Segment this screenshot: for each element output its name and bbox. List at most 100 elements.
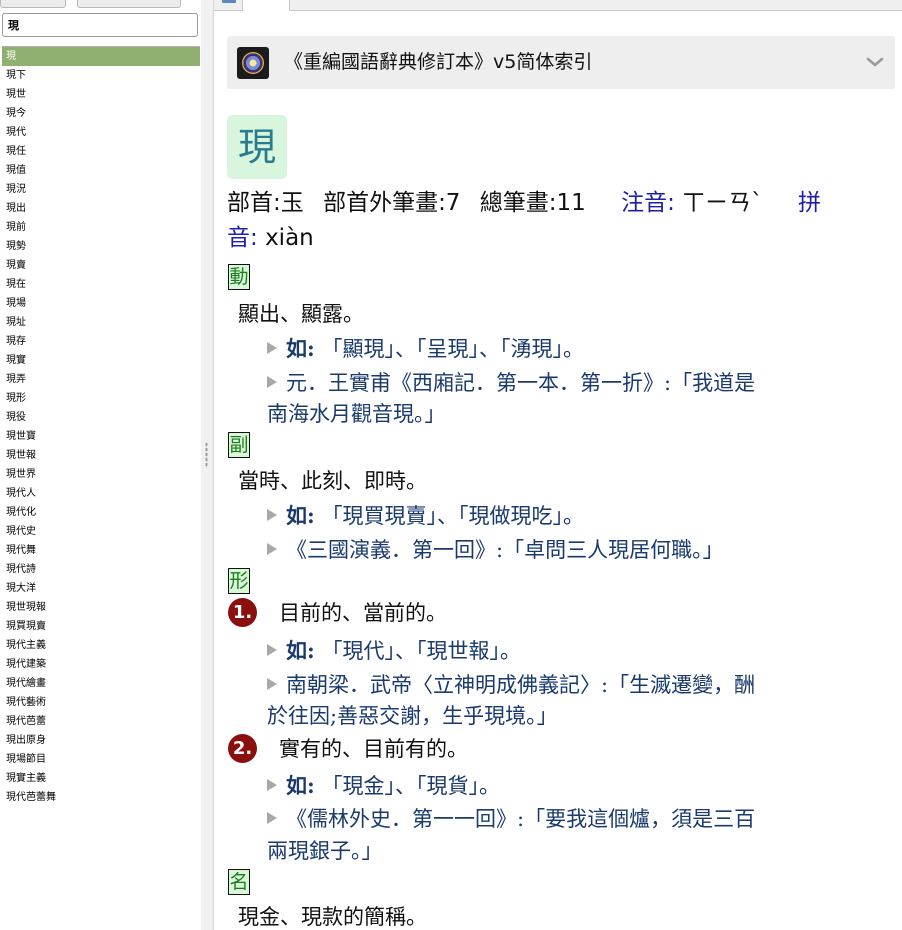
pinyin-label: 拼 [797,190,821,216]
word-list-item[interactable]: 現大洋 [2,579,200,598]
word-list-item[interactable]: 現出原身 [2,731,200,750]
word-list-item[interactable]: 現弄 [2,370,200,389]
bullet-triangle-icon [267,812,277,824]
character-info: 部首:玉 部首外筆畫:7 總筆畫:11 注音: ㄒㄧㄢˋ 拼 [227,186,899,221]
example-text: 《儒林外史．第一一回》:「要我這個爐，須是三百 [286,807,756,831]
bullet-triangle-icon [267,342,277,354]
word-list-item[interactable]: 現下 [2,66,200,85]
pinyin-line: 音: xiàn [227,221,899,256]
word-list-item[interactable]: 現代繪畫 [2,674,200,693]
word-list-item[interactable]: 現代舞 [2,541,200,560]
headword: 現 [227,115,287,179]
word-list-item[interactable]: 現代史 [2,522,200,541]
total-strokes: 總筆畫:11 [479,190,586,216]
example-label: 如: [286,336,315,361]
bookmark-tab-icon[interactable] [220,0,238,8]
adverb-example-1: 如: 「現買現賣」、「現做現吃」。 [267,499,892,533]
left-tab-2[interactable] [77,0,181,8]
word-list-item[interactable]: 現代建築 [2,655,200,674]
word-list-item[interactable]: 現代詩 [2,560,200,579]
word-list-item[interactable]: 現形 [2,389,200,408]
word-list-item[interactable]: 現任 [2,142,200,161]
noun-definition: 現金、現款的簡稱。 [238,905,427,929]
sense-2-definition: 實有的、目前有的。 [279,737,468,761]
sense-number-badge: 1. [228,598,257,627]
word-list-item[interactable]: 現場 [2,294,200,313]
word-list-item[interactable]: 現存 [2,332,200,351]
pinyin-label-cont: 音: [227,225,258,251]
word-list-item[interactable]: 現賣 [2,256,200,275]
sense-2-example-1: 如: 「現金」、「現貨」。 [267,769,892,803]
definition-pane: 《重編國語辭典修訂本》v5简体索引 現 部首:玉 部首外筆畫:7 總筆畫:11 … [214,0,902,930]
word-list-item[interactable]: 現出 [2,199,200,218]
bullet-triangle-icon [267,509,277,521]
word-list-item[interactable]: 現代主義 [2,636,200,655]
example-text: 「現買現賣」、「現做現吃」。 [321,504,584,528]
bullet-triangle-icon [267,779,277,791]
radical: 部首:玉 [227,190,304,216]
word-list-item[interactable]: 現代 [2,123,200,142]
sense-1-example-2-cont: 於往因;善惡交謝，生乎現境。」 [267,704,558,728]
pos-tag-adjective: 形 [228,568,250,594]
bullet-triangle-icon [267,644,277,656]
pos-tag-verb: 動 [228,264,250,290]
word-list-item[interactable]: 現今 [2,104,200,123]
word-list-item[interactable]: 現代藝術 [2,693,200,712]
word-list-item[interactable]: 現實主義 [2,769,200,788]
word-list-item[interactable]: 現世報 [2,446,200,465]
word-list-item[interactable]: 現買現賣 [2,617,200,636]
pos-tag-adverb: 副 [228,432,250,458]
example-text: 「現代」、「現世報」。 [321,639,521,663]
word-list-item[interactable]: 現場節目 [2,750,200,769]
left-tab-strip [0,0,201,8]
word-list-item[interactable]: 現世 [2,85,200,104]
word-list-item[interactable]: 現在 [2,275,200,294]
word-list-item[interactable]: 現況 [2,180,200,199]
word-list-item[interactable]: 現世寶 [2,427,200,446]
word-list-item[interactable]: 現代芭蕾 [2,712,200,731]
dictionary-header[interactable]: 《重編國語辭典修訂本》v5简体索引 [227,36,895,89]
word-list-item[interactable]: 現前 [2,218,200,237]
word-list-item[interactable]: 現勢 [2,237,200,256]
word-list-item[interactable]: 現世現報 [2,598,200,617]
zhuyin-label: 注音: [621,190,675,216]
splitter-grip-icon[interactable] [205,442,208,468]
example-label: 如: [286,503,315,528]
sense-number-badge: 2. [228,734,257,763]
verb-example-1: 如: 「顯現」、「呈現」、「湧現」。 [267,332,892,366]
word-list-item[interactable]: 現代化 [2,503,200,522]
adverb-example-2: 《三國演義．第一回》:「卓問三人現居何職。」 [267,533,892,567]
result-tab-strip [214,0,902,11]
search-input[interactable] [2,13,198,37]
left-tab-1[interactable] [0,0,66,8]
word-list-item[interactable]: 現實 [2,351,200,370]
dictionary-title: 《重編國語辭典修訂本》v5简体索引 [284,51,593,73]
chevron-down-icon[interactable] [865,52,885,72]
zhuyin: ㄒㄧㄢˋ [682,190,763,216]
pinyin: xiàn [265,225,314,251]
sense-1-definition: 目前的、當前的。 [279,601,447,625]
word-list-item[interactable]: 現代人 [2,484,200,503]
word-list-item[interactable]: 現役 [2,408,200,427]
pane-splitter[interactable] [201,0,214,930]
sense-1-example-1: 如: 「現代」、「現世報」。 [267,634,892,668]
strokes-outside-radical: 部首外筆畫:7 [323,190,461,216]
word-list-item[interactable]: 現值 [2,161,200,180]
bullet-triangle-icon [267,678,277,690]
pos-tag-noun: 名 [228,869,250,895]
bullet-triangle-icon [267,543,277,555]
dictionary-logo-icon [237,47,269,79]
word-list-item[interactable]: 現代芭蕾舞 [2,788,200,807]
example-text: 《三國演義．第一回》:「卓問三人現居何職。」 [286,538,724,562]
example-text: 「現金」、「現貨」。 [321,774,500,798]
verb-example-2-cont: 南海水月觀音現。」 [267,402,446,426]
example-label: 如: [286,773,315,798]
example-label: 如: [286,638,315,663]
sense-2-example-2-cont: 兩現銀子。」 [267,839,383,863]
word-list-item[interactable]: 現址 [2,313,200,332]
adverb-definition: 當時、此刻、即時。 [238,469,427,493]
result-tab-active[interactable] [242,0,290,11]
word-list-item[interactable]: 現 [2,47,200,66]
word-list-item[interactable]: 現世界 [2,465,200,484]
example-text: 「顯現」、「呈現」、「湧現」。 [321,337,584,361]
